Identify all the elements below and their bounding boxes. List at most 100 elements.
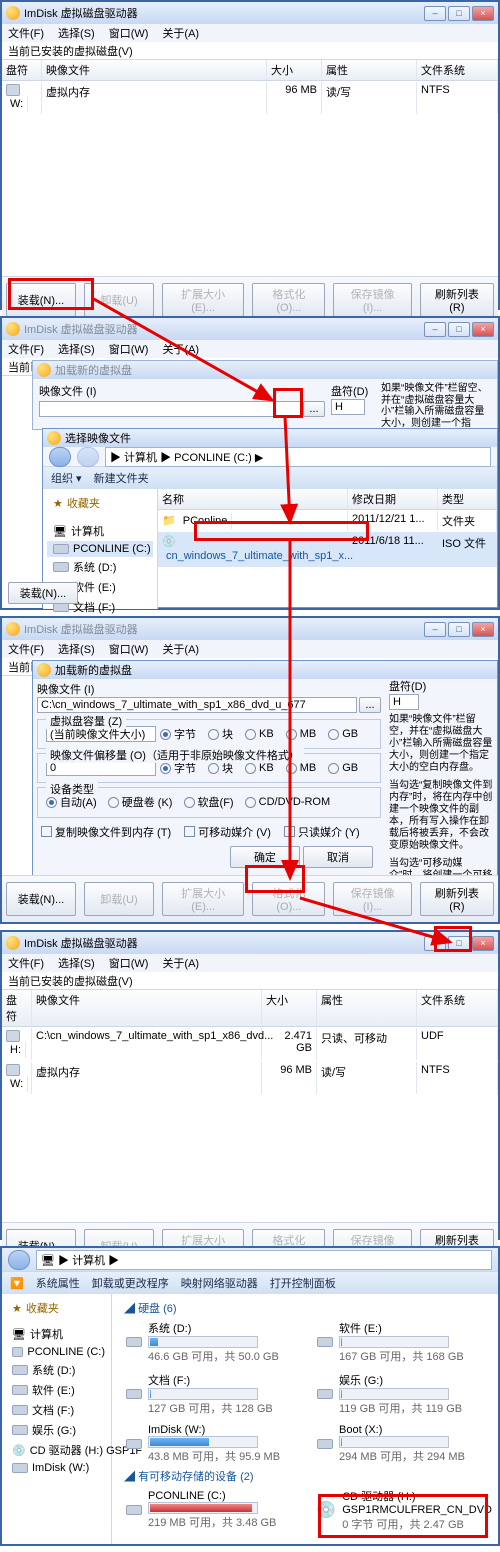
tree-drive[interactable]: 系统 (D:) bbox=[47, 557, 153, 577]
off-unit-mb[interactable]: MB bbox=[286, 762, 317, 774]
breadcrumb[interactable]: ▶ 计算机 ▶ PCONLINE (C:) ▶ bbox=[105, 447, 491, 467]
close-button[interactable]: × bbox=[472, 322, 494, 337]
titlebar[interactable]: ImDisk 虚拟磁盘驱动器 – □ × bbox=[2, 932, 498, 954]
back-button[interactable] bbox=[8, 1250, 30, 1270]
ok-button[interactable]: 确定 bbox=[230, 846, 300, 868]
tree-drive[interactable]: 软件 (E:) bbox=[6, 1380, 107, 1400]
new-folder-button[interactable]: 新建文件夹 bbox=[94, 470, 149, 486]
computer-node[interactable]: 🖥 计算机 bbox=[6, 1324, 107, 1344]
browse-button[interactable]: ... bbox=[303, 401, 325, 417]
format-button[interactable]: 格式化(O)... bbox=[252, 283, 325, 317]
cancel-button[interactable]: 取消 bbox=[303, 846, 373, 868]
organize-menu[interactable]: 组织 ▾ bbox=[51, 470, 82, 486]
volume-w[interactable]: ImDisk (W:)43.8 MB 可用，共 95.9 MB bbox=[126, 1422, 301, 1466]
tree-drive[interactable]: 系统 (D:) bbox=[6, 1360, 107, 1380]
close-button[interactable]: × bbox=[472, 936, 494, 951]
removable-section-header[interactable]: ◢ 有可移动存储的设备 (2) bbox=[118, 1466, 492, 1486]
menu-window[interactable]: 窗口(W) bbox=[109, 25, 149, 41]
save-image-button[interactable]: 保存镜像(I)... bbox=[333, 283, 411, 317]
close-button[interactable]: × bbox=[472, 6, 494, 21]
file-item[interactable]: 📁 PConline 2011/12/21 1... 文件夹 bbox=[158, 510, 497, 532]
unit-gb[interactable]: GB bbox=[328, 728, 358, 740]
drive-letter-input[interactable] bbox=[389, 694, 419, 710]
tb-mapdrive[interactable]: 映射网络驱动器 bbox=[181, 1275, 258, 1291]
disk-list[interactable]: W: 虚拟内存 96 MB 读/写 NTFS bbox=[2, 81, 498, 276]
favorites-node[interactable]: ★ 收藏夹 bbox=[47, 493, 153, 513]
nav-tree: ★ 收藏夹 🖥 计算机 PCONLINE (C:) 系统 (D:) 软件 (E:… bbox=[2, 1294, 112, 1544]
favorites-node[interactable]: ★ 收藏夹 bbox=[6, 1298, 107, 1318]
chk-readonly[interactable]: 只读媒介 (Y) bbox=[284, 824, 360, 840]
tb-properties[interactable]: 系统属性 bbox=[36, 1275, 80, 1291]
unmount-button[interactable]: 卸载(U) bbox=[84, 882, 154, 916]
tb-ctrlpanel[interactable]: 打开控制面板 bbox=[270, 1275, 336, 1291]
list-item[interactable]: W: 虚拟内存 96 MB 读/写 NTFS bbox=[2, 1061, 498, 1095]
maximize-button[interactable]: □ bbox=[448, 322, 470, 337]
titlebar[interactable]: ImDisk 虚拟磁盘驱动器 – □ × bbox=[2, 618, 498, 640]
volume-f[interactable]: 文档 (F:)127 GB 可用，共 128 GB bbox=[126, 1370, 301, 1418]
unit-byte[interactable]: 字节 bbox=[160, 726, 196, 742]
breadcrumb[interactable]: 🖥 ▶ 计算机 ▶ bbox=[36, 1250, 492, 1270]
minimize-button[interactable]: – bbox=[424, 622, 446, 637]
off-unit-kb[interactable]: KB bbox=[245, 762, 274, 774]
tree-drive[interactable]: PCONLINE (C:) bbox=[47, 541, 153, 557]
unmount-button[interactable]: 卸载(U) bbox=[84, 283, 154, 317]
volume-c[interactable]: PCONLINE (C:)219 MB 可用，共 3.48 GB bbox=[126, 1486, 300, 1534]
image-path-input[interactable] bbox=[37, 697, 357, 713]
unit-mb[interactable]: MB bbox=[286, 728, 317, 740]
tree-drive[interactable]: ImDisk (W:) bbox=[6, 1460, 107, 1476]
devtype-fdd[interactable]: 软盘(F) bbox=[184, 794, 234, 810]
devtype-cd[interactable]: CD/DVD-ROM bbox=[245, 796, 331, 808]
off-unit-gb[interactable]: GB bbox=[328, 762, 358, 774]
file-item-iso[interactable]: 💿 cn_windows_7_ultimate_with_sp1_x... 20… bbox=[158, 532, 497, 567]
volume-x[interactable]: Boot (X:)294 MB 可用，共 294 MB bbox=[317, 1422, 492, 1466]
forward-button[interactable] bbox=[77, 447, 99, 467]
volume-g[interactable]: 娱乐 (G:)119 GB 可用，共 119 GB bbox=[317, 1370, 492, 1418]
mount-button[interactable]: 装载(N)... bbox=[6, 882, 76, 916]
chk-copy-to-ram[interactable]: 复制映像文件到内存 (T) bbox=[41, 824, 171, 840]
tree-drive[interactable]: 文档 (F:) bbox=[6, 1400, 107, 1420]
list-item: W: 虚拟内存 96 MB 读/写 NTFS bbox=[2, 81, 498, 115]
devtype-hdd[interactable]: 硬盘卷 (K) bbox=[108, 794, 173, 810]
volume-d[interactable]: 系统 (D:)46.6 GB 可用，共 50.0 GB bbox=[126, 1318, 301, 1366]
browse-button[interactable]: ... bbox=[359, 697, 381, 713]
menu-select[interactable]: 选择(S) bbox=[58, 25, 95, 41]
close-button[interactable]: × bbox=[472, 622, 494, 637]
back-button[interactable] bbox=[49, 447, 71, 467]
titlebar[interactable]: ImDisk 虚拟磁盘驱动器 – □ × bbox=[2, 2, 498, 24]
format-button[interactable]: 格式化(O)... bbox=[252, 882, 325, 916]
menu-about[interactable]: 关于(A) bbox=[162, 25, 199, 41]
minimize-button[interactable]: – bbox=[424, 936, 446, 951]
maximize-button[interactable]: □ bbox=[448, 6, 470, 21]
app-icon bbox=[6, 622, 20, 636]
hd-section-header[interactable]: ◢ 硬盘 (6) bbox=[118, 1298, 492, 1318]
unit-block[interactable]: 块 bbox=[208, 726, 233, 742]
volume-cd[interactable]: 💿CD 驱动器 (H:) GSP1RMCULFRER_CN_DVD0 字节 可用… bbox=[316, 1486, 492, 1534]
drive-letter-input[interactable] bbox=[331, 399, 365, 415]
tree-drive[interactable]: 娱乐 (G:) bbox=[6, 1420, 107, 1440]
minimize-button[interactable]: – bbox=[424, 6, 446, 21]
volume-e[interactable]: 软件 (E:)167 GB 可用，共 168 GB bbox=[317, 1318, 492, 1366]
app-icon bbox=[47, 431, 61, 445]
chk-removable[interactable]: 可移动媒介 (V) bbox=[184, 824, 271, 840]
extend-button[interactable]: 扩展大小(E)... bbox=[162, 882, 244, 916]
mount-button[interactable]: 装载(N)... bbox=[8, 582, 78, 604]
menubar: 文件(F) 选择(S) 窗口(W) 关于(A) bbox=[2, 24, 498, 42]
titlebar[interactable]: ImDisk 虚拟磁盘驱动器 – □ × bbox=[2, 318, 498, 340]
save-image-button[interactable]: 保存镜像(I)... bbox=[333, 882, 411, 916]
maximize-button[interactable]: □ bbox=[448, 622, 470, 637]
image-path-input[interactable] bbox=[39, 401, 301, 417]
minimize-button[interactable]: – bbox=[424, 322, 446, 337]
maximize-button[interactable]: □ bbox=[448, 936, 470, 951]
refresh-button[interactable]: 刷新列表(R) bbox=[420, 283, 494, 317]
unit-kb[interactable]: KB bbox=[245, 728, 274, 740]
menu-file[interactable]: 文件(F) bbox=[8, 25, 44, 41]
drive-icon bbox=[317, 1389, 333, 1399]
computer-node[interactable]: 🖥 计算机 bbox=[47, 521, 153, 541]
refresh-button[interactable]: 刷新列表(R) bbox=[420, 882, 494, 916]
tree-drive[interactable]: PCONLINE (C:) bbox=[6, 1344, 107, 1360]
tree-drive-cd[interactable]: 💿 CD 驱动器 (H:) GSP1F bbox=[6, 1440, 107, 1460]
mount-button[interactable]: 装载(N)... bbox=[6, 283, 76, 317]
list-item[interactable]: H: C:\cn_windows_7_ultimate_with_sp1_x86… bbox=[2, 1027, 498, 1061]
tb-uninstall[interactable]: 卸载或更改程序 bbox=[92, 1275, 169, 1291]
extend-button[interactable]: 扩展大小(E)... bbox=[162, 283, 244, 317]
